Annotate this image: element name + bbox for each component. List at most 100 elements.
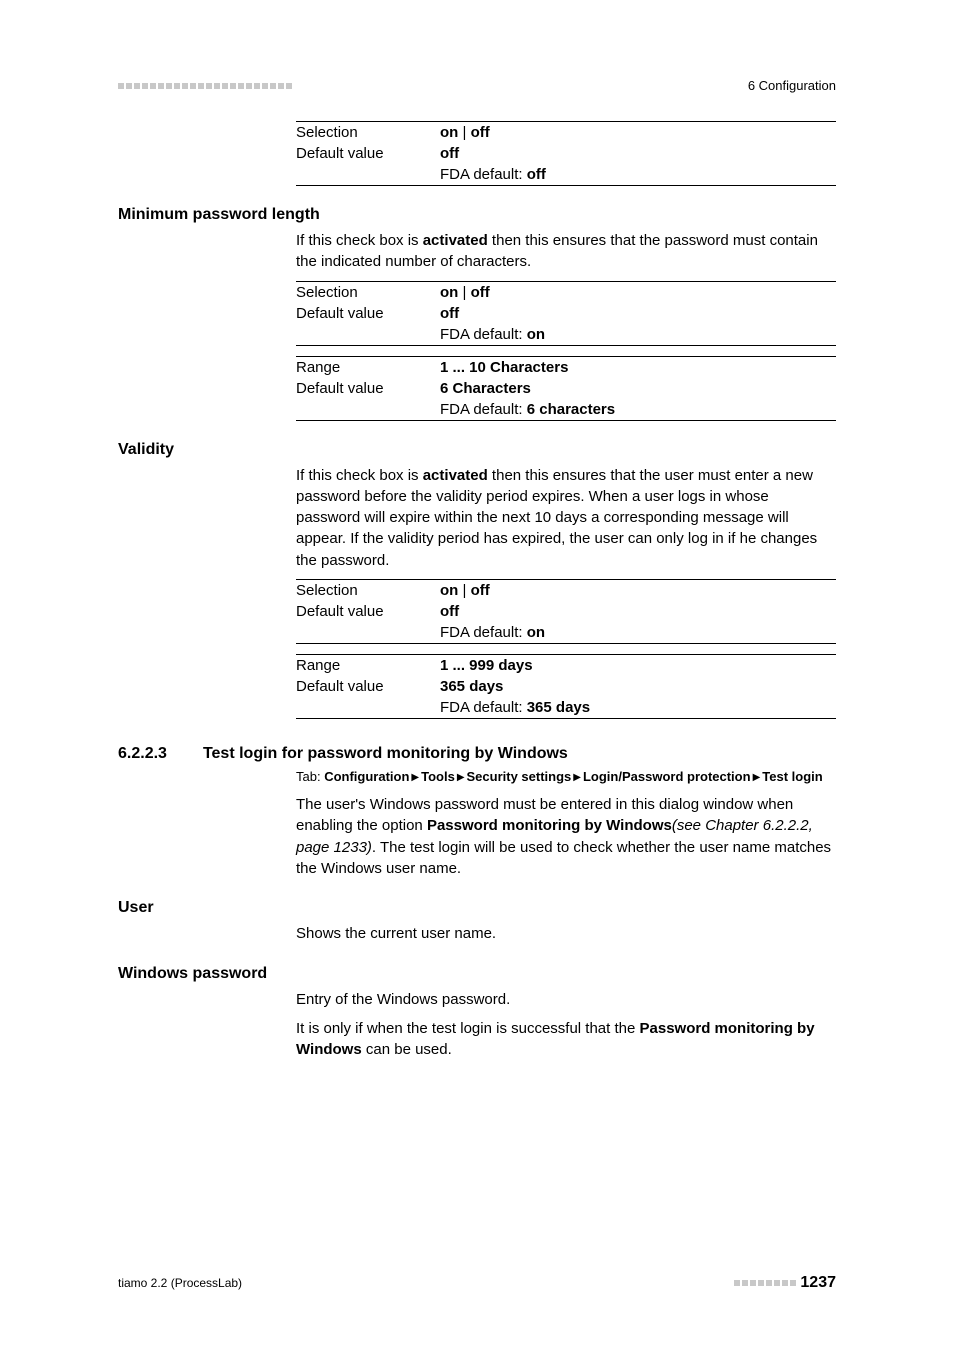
table-cell: off (440, 303, 836, 324)
table-cell: on | off (440, 281, 836, 303)
fda-default-value: 365 days (527, 699, 590, 716)
header-decoration-squares (118, 83, 292, 89)
page-footer: tiamo 2.2 (ProcessLab) 1237 (0, 1274, 954, 1292)
text-bold-activated: activated (423, 467, 488, 484)
table-cell: Default value (296, 143, 440, 164)
table-cell: FDA default: 6 characters (440, 399, 836, 421)
min-password-table-2: Range 1 ... 10 Characters Default value … (296, 356, 836, 421)
text-bold: Password monitoring by Windows (427, 817, 672, 834)
triangle-right-icon: ▶ (573, 772, 581, 783)
heading-minimum-password-length: Minimum password length (118, 206, 836, 224)
value-off: off (471, 284, 490, 301)
value-on: on (440, 284, 458, 301)
table-cell: on | off (440, 122, 836, 144)
text-fragment: It is only if when the test login is suc… (296, 1020, 640, 1037)
fda-default-label: FDA default: (440, 166, 527, 183)
table-cell: Selection (296, 580, 440, 602)
text-fragment: can be used. (362, 1041, 452, 1058)
table-cell: 6 Characters (440, 378, 836, 399)
default-value: off (440, 145, 459, 162)
fda-default-label: FDA default: (440, 326, 527, 343)
crumb: Test login (762, 769, 822, 784)
value-sep: | (458, 582, 470, 599)
heading-validity: Validity (118, 441, 836, 459)
value-off: off (471, 582, 490, 599)
value-sep: | (458, 284, 470, 301)
triangle-right-icon: ▶ (753, 772, 761, 783)
value-on: on (440, 124, 458, 141)
fda-default-label: FDA default: (440, 624, 527, 641)
footer-decoration-squares (734, 1280, 796, 1286)
footer-product-label: tiamo 2.2 (ProcessLab) (118, 1276, 242, 1290)
page-header: 6 Configuration (0, 78, 954, 93)
header-section-label: 6 Configuration (748, 78, 836, 93)
default-value: off (440, 305, 459, 322)
table-cell: Range (296, 655, 440, 677)
table-cell: off (440, 143, 836, 164)
table-cell: Selection (296, 122, 440, 144)
text-fragment: If this check box is (296, 232, 423, 249)
range-value: 1 ... 10 Characters (440, 359, 568, 376)
section-number: 6.2.2.3 (118, 745, 167, 763)
crumb: Security settings (467, 769, 572, 784)
fda-default-label: FDA default: (440, 401, 527, 418)
validity-table-1: Selection on | off Default value off FDA… (296, 579, 836, 644)
range-value: 1 ... 999 days (440, 657, 533, 674)
table-cell: FDA default: on (440, 622, 836, 644)
triangle-right-icon: ▶ (411, 772, 419, 783)
paragraph: If this check box is activated then this… (296, 230, 836, 273)
table-cell: Default value (296, 303, 440, 324)
table-cell (296, 164, 440, 186)
table-cell: Default value (296, 601, 440, 622)
paragraph: Entry of the Windows password. (296, 989, 836, 1010)
paragraph: Shows the current user name. (296, 923, 836, 944)
validity-table-2: Range 1 ... 999 days Default value 365 d… (296, 654, 836, 719)
page-number: 1237 (800, 1274, 836, 1292)
text-fragment: . The test login will be used to check w… (296, 839, 831, 877)
crumb: Login/Password protection (583, 769, 751, 784)
table-cell: 1 ... 10 Characters (440, 356, 836, 378)
default-value: 365 days (440, 678, 503, 695)
fda-default-value: on (527, 624, 545, 641)
selection-default-table-top: Selection on | off Default value off FDA… (296, 121, 836, 186)
footer-right: 1237 (734, 1274, 836, 1292)
tab-label: Tab: (296, 769, 324, 784)
table-cell (296, 399, 440, 421)
table-cell: 365 days (440, 676, 836, 697)
tab-breadcrumb: Tab: Configuration▶Tools▶Security settin… (296, 769, 836, 784)
table-cell: off (440, 601, 836, 622)
text-fragment: If this check box is (296, 467, 423, 484)
fda-default-value: on (527, 326, 545, 343)
fda-default-label: FDA default: (440, 699, 527, 716)
table-cell (296, 697, 440, 719)
table-cell: FDA default: on (440, 324, 836, 346)
table-cell (296, 324, 440, 346)
paragraph: If this check box is activated then this… (296, 465, 836, 571)
default-value: 6 Characters (440, 380, 531, 397)
heading-windows-password: Windows password (118, 965, 836, 983)
crumb: Tools (421, 769, 455, 784)
value-on: on (440, 582, 458, 599)
value-sep: | (458, 124, 470, 141)
table-cell: Range (296, 356, 440, 378)
text-bold-activated: activated (423, 232, 488, 249)
heading-user: User (118, 899, 836, 917)
paragraph: It is only if when the test login is suc… (296, 1018, 836, 1061)
table-cell: FDA default: off (440, 164, 836, 186)
table-cell: FDA default: 365 days (440, 697, 836, 719)
paragraph: The user's Windows password must be ente… (296, 794, 836, 879)
section-6223-heading: 6.2.2.3 Test login for password monitori… (118, 745, 836, 763)
table-cell: Default value (296, 378, 440, 399)
table-cell: 1 ... 999 days (440, 655, 836, 677)
table-cell: on | off (440, 580, 836, 602)
min-password-table-1: Selection on | off Default value off FDA… (296, 281, 836, 346)
default-value: off (440, 603, 459, 620)
fda-default-value: 6 characters (527, 401, 615, 418)
table-cell (296, 622, 440, 644)
value-off: off (471, 124, 490, 141)
section-title: Test login for password monitoring by Wi… (203, 745, 568, 763)
fda-default-value: off (527, 166, 546, 183)
table-cell: Selection (296, 281, 440, 303)
crumb: Configuration (324, 769, 409, 784)
triangle-right-icon: ▶ (457, 772, 465, 783)
